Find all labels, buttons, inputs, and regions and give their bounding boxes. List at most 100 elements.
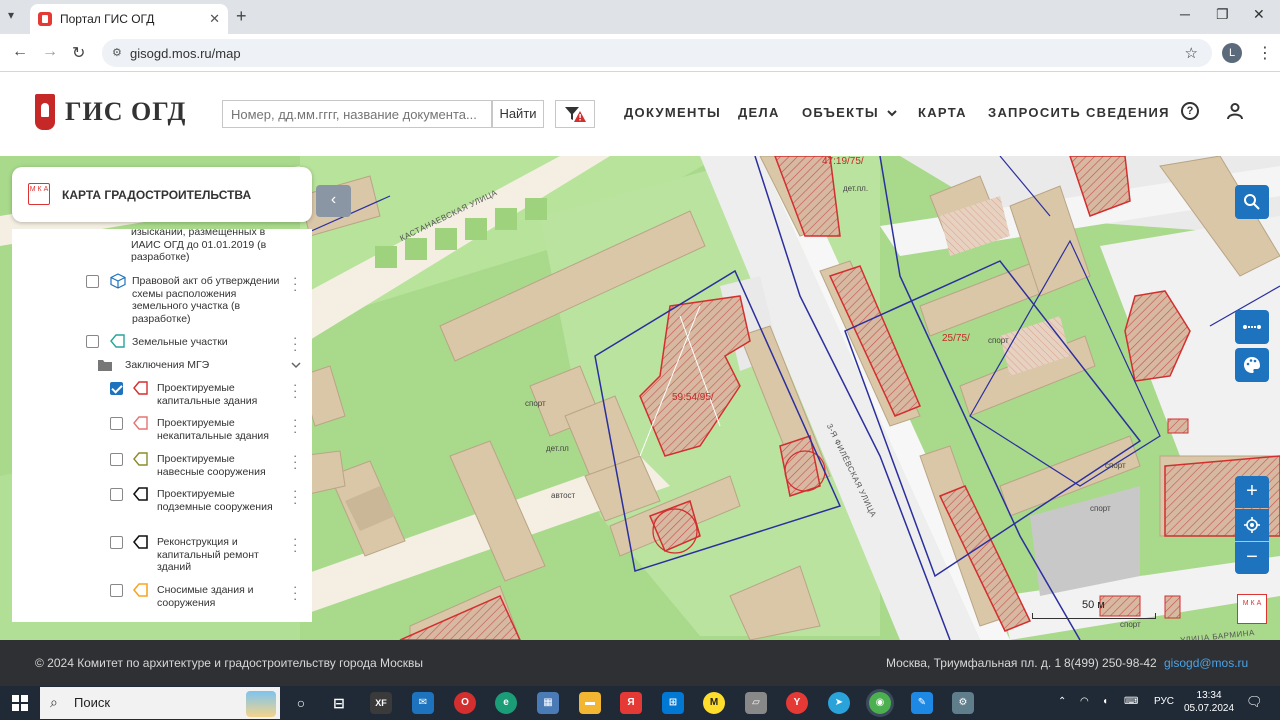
browser-tab[interactable]: Портал ГИС ОГД ✕	[30, 4, 228, 34]
site-info-icon[interactable]: ⚙	[112, 46, 122, 59]
windows-taskbar: ⌕ Поиск ○ ⊟ XF ✉ O e ▦ ▬ Я ⊞ M ▱ Y ➤ ◉ ✎…	[0, 686, 1280, 720]
forward-icon[interactable]: →	[42, 43, 58, 61]
cortana-icon[interactable]: ○	[290, 692, 312, 714]
footer-phone[interactable]: 8(499) 250-98-42	[1064, 656, 1157, 670]
map-search-button[interactable]	[1235, 185, 1269, 219]
zoom-out-button[interactable]: −	[1235, 542, 1269, 574]
nav-documents[interactable]: ДОКУМЕНТЫ	[624, 105, 721, 120]
language-indicator[interactable]: РУС	[1154, 696, 1174, 707]
keyboard-icon[interactable]: ⌨	[1124, 696, 1138, 707]
site-logo[interactable]: ГИС ОГД	[35, 94, 186, 130]
network-icon[interactable]: ◠	[1080, 696, 1089, 707]
parcel-label: 25/75/	[942, 333, 970, 344]
yandex-icon[interactable]: Я	[620, 692, 642, 714]
panel-title: КАРТА ГРАДОСТРОИТЕЛЬСТВА	[62, 188, 252, 202]
window-close-icon[interactable]: ✕	[1253, 6, 1265, 23]
bookmark-star-icon[interactable]: ☆	[1185, 44, 1198, 62]
layer-checkbox[interactable]	[110, 488, 123, 501]
volume-icon[interactable]: ◖	[1102, 696, 1108, 707]
search-highlight-image	[246, 691, 276, 717]
more-options-icon[interactable]: · · ·	[293, 413, 297, 438]
maximize-icon[interactable]: ❐	[1216, 6, 1229, 23]
pentagon-teal-icon	[110, 334, 125, 348]
chevron-down-icon[interactable]	[291, 361, 301, 369]
yandex-market-icon[interactable]: M	[703, 692, 725, 714]
site-favicon-icon	[38, 12, 52, 26]
taskbar-search-input[interactable]: ⌕ Поиск	[40, 687, 280, 719]
more-options-icon[interactable]: · · ·	[293, 331, 297, 356]
yandex-browser-icon[interactable]: Y	[786, 692, 808, 714]
search-button[interactable]: Найти	[492, 100, 544, 128]
more-options-icon[interactable]: · · ·	[293, 532, 297, 557]
calculator-icon[interactable]: ▦	[537, 692, 559, 714]
layer-checkbox-checked[interactable]	[110, 382, 123, 395]
address-bar[interactable]: ⚙ gisogd.mos.ru/map ☆	[102, 39, 1212, 67]
profile-avatar[interactable]: L	[1222, 43, 1242, 63]
pentagon-black-icon	[133, 535, 148, 549]
search-input[interactable]	[222, 100, 492, 128]
paint-app-icon[interactable]: ✎	[911, 692, 933, 714]
tab-list-icon[interactable]: ▾	[8, 8, 14, 22]
layer-checkbox[interactable]	[110, 453, 123, 466]
more-options-icon[interactable]: · · ·	[293, 271, 297, 296]
new-tab-button[interactable]: +	[236, 6, 247, 27]
tab-close-icon[interactable]: ✕	[209, 11, 220, 27]
filter-button[interactable]	[555, 100, 595, 128]
map-style-button[interactable]	[1235, 348, 1269, 382]
nav-request-info[interactable]: ЗАПРОСИТЬ СВЕДЕНИЯ	[988, 105, 1170, 120]
user-icon[interactable]	[1226, 102, 1244, 120]
opera-icon[interactable]: O	[454, 692, 476, 714]
edge-icon[interactable]: e	[495, 692, 517, 714]
pentagon-orange-icon	[133, 583, 148, 597]
layer-checkbox[interactable]	[86, 335, 99, 348]
xf-app-icon[interactable]: XF	[370, 692, 392, 714]
task-view-icon[interactable]: ⊟	[328, 692, 350, 714]
reload-icon[interactable]: ↻	[72, 43, 85, 63]
collapse-panel-button[interactable]: ‹	[316, 185, 351, 217]
ruler-icon	[1243, 325, 1261, 329]
notifications-icon[interactable]: 🗨	[1246, 694, 1263, 710]
pentagon-pink-icon	[133, 416, 148, 430]
store-icon[interactable]: ⊞	[662, 692, 684, 714]
nav-objects[interactable]: ОБЪЕКТЫ	[802, 105, 897, 120]
chrome-icon[interactable]: ◉	[869, 692, 891, 714]
site-footer: © 2024 Комитет по архитектуре и градостр…	[0, 640, 1280, 686]
mail-icon[interactable]: ✉	[412, 692, 434, 714]
more-options-icon[interactable]: · · ·	[293, 378, 297, 403]
minimize-icon[interactable]: ─	[1180, 6, 1190, 22]
gear-app-icon[interactable]: ⚙	[952, 692, 974, 714]
geolocate-button[interactable]	[1235, 509, 1269, 541]
measure-button[interactable]	[1235, 310, 1269, 344]
browser-menu-icon[interactable]: ⋮	[1257, 43, 1273, 63]
tray-chevron-icon[interactable]: ⌃	[1058, 696, 1066, 707]
layer-checkbox[interactable]	[110, 584, 123, 597]
nav-cases[interactable]: ДЕЛА	[738, 105, 780, 120]
place-label: дет.пл	[546, 444, 569, 453]
layer-checkbox[interactable]	[110, 536, 123, 549]
mka-logo-icon: М К А	[1237, 594, 1267, 624]
more-options-icon[interactable]: · · ·	[293, 580, 297, 605]
printer-app-icon[interactable]: ▱	[745, 692, 767, 714]
windows-start-icon[interactable]	[12, 695, 28, 711]
pentagon-olive-icon	[133, 452, 148, 466]
zoom-in-button[interactable]: +	[1235, 476, 1269, 508]
footer-email-link[interactable]: gisogd@mos.ru	[1164, 656, 1248, 670]
layers-panel-header[interactable]: М К А КАРТА ГРАДОСТРОИТЕЛЬСТВА	[12, 167, 312, 222]
telegram-icon[interactable]: ➤	[828, 692, 850, 714]
clock-time: 13:34	[1196, 690, 1222, 701]
back-icon[interactable]: ←	[12, 43, 28, 61]
taskbar-clock[interactable]: 13:34 05.07.2024	[1184, 689, 1234, 715]
cube-icon	[110, 273, 126, 289]
folder-icon	[98, 360, 112, 371]
more-options-icon[interactable]: · · ·	[293, 449, 297, 474]
layer-label: Проектируемые некапитальные здания	[157, 417, 269, 442]
nav-map[interactable]: КАРТА	[918, 105, 967, 120]
layer-checkbox[interactable]	[110, 417, 123, 430]
parcel-label: 59:54/95/	[672, 392, 714, 403]
file-explorer-icon[interactable]: ▬	[579, 692, 601, 714]
more-options-icon[interactable]: · · ·	[293, 484, 297, 509]
layer-label: Проектируемые навесные сооружения	[157, 453, 266, 478]
layer-checkbox[interactable]	[86, 275, 99, 288]
help-icon[interactable]: ?	[1181, 102, 1199, 120]
footer-address: Москва, Триумфальная пл. д. 1	[886, 656, 1062, 670]
